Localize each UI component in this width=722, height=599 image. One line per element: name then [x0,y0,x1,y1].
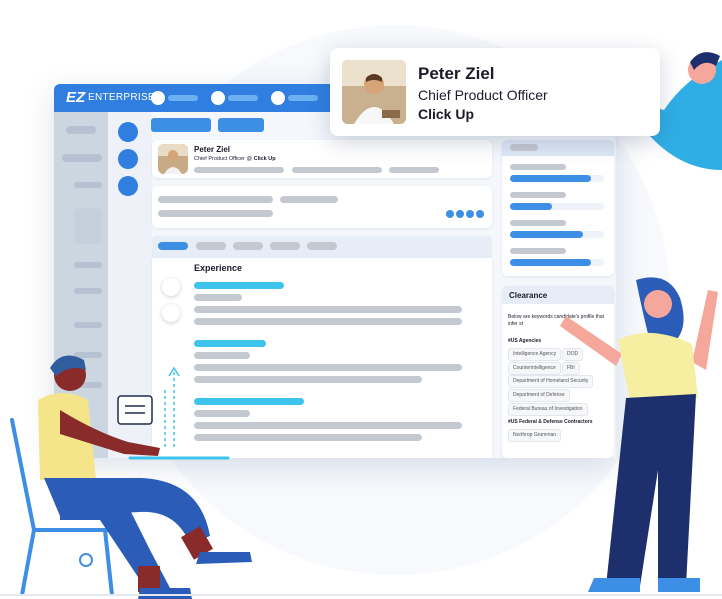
summary-card [152,186,492,228]
loading-dot [446,210,454,218]
placeholder-line [194,167,284,173]
profile-card-company: Click Up [253,156,276,162]
timeline-node [162,304,180,322]
nav-icon[interactable] [118,176,138,196]
clearance-section-title: #US Agencies [508,338,542,344]
panel-block [74,208,102,244]
brand-logo: EZ [66,89,86,106]
skill-label-line [510,164,566,170]
skill-bar-fill [510,259,591,266]
title-tab-dot[interactable] [151,91,165,105]
tab-active[interactable] [158,242,188,250]
tab[interactable] [270,242,300,250]
panel-line [66,126,96,134]
tab-bar [152,236,492,258]
skills-card [502,140,614,276]
nav-icon[interactable] [118,149,138,169]
panel-line [74,182,102,188]
placeholder-line [194,318,462,325]
timeline-node [162,278,180,296]
nav-icon[interactable] [118,122,138,142]
skill-bar-fill [510,231,583,238]
loading-dot [476,210,484,218]
skill-bar-fill [510,175,591,182]
panel-line [74,322,102,328]
placeholder-line [389,167,439,173]
avatar [158,144,188,174]
title-tab-dot[interactable] [271,91,285,105]
tab[interactable] [196,242,226,250]
experience-heading: Experience [194,263,243,273]
person-standing-illustration [560,277,718,592]
title-tab-bar[interactable] [228,95,258,101]
profile-card[interactable]: Peter Ziel Chief Product Officer @ Click… [152,140,492,178]
avatar [342,60,406,124]
skill-label-line [510,248,566,254]
placeholder-line [158,196,273,203]
tab[interactable] [307,242,337,250]
title-tab-bar[interactable] [288,95,318,101]
panel-line [74,262,102,268]
title-tab-dot[interactable] [211,91,225,105]
panel-line [74,288,102,294]
skill-bar-fill [510,203,552,210]
profile-popup-name: Peter Ziel [418,64,495,83]
tab[interactable] [233,242,263,250]
loading-dot [466,210,474,218]
toolbar-button[interactable] [151,118,211,132]
loading-dot [456,210,464,218]
person-at-desk-illustration [10,355,252,599]
placeholder-line [158,210,273,217]
experience-title-line [194,282,284,289]
title-tab-bar[interactable] [168,95,198,101]
placeholder-line [194,306,462,313]
profile-popup-title: Chief Product Officer [418,87,548,103]
brand-name: ENTERPRISE [88,92,155,103]
profile-card-title: Chief Product Officer @ Click Up [194,156,276,162]
placeholder-line [194,294,242,301]
profile-popup-company: Click Up [418,106,475,122]
skills-heading-line [510,144,538,151]
floor-line [0,594,722,596]
placeholder-line [292,167,382,173]
profile-popup[interactable]: Peter Ziel Chief Product Officer Click U… [330,48,660,136]
skill-label-line [510,192,566,198]
panel-line [62,154,102,162]
skill-label-line [510,220,566,226]
profile-card-name: Peter Ziel [194,145,231,154]
toolbar-button[interactable] [218,118,264,132]
placeholder-line [280,196,338,203]
